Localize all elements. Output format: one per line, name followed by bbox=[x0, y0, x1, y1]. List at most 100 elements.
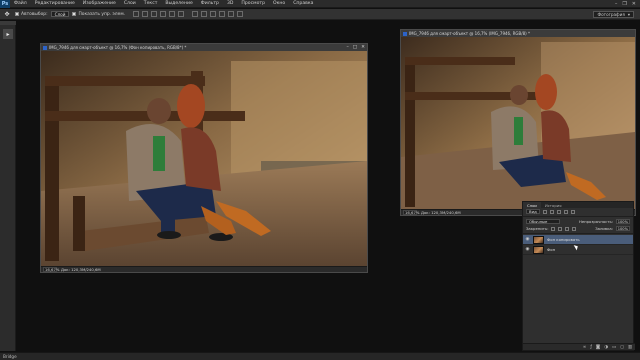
move-tool-icon[interactable]: ▸ bbox=[3, 29, 13, 39]
document-status-bar: 16,67% Док: 120,3M/240,6M bbox=[41, 266, 367, 272]
document-size-info[interactable]: Док: 120,3M/240,6M bbox=[421, 210, 461, 215]
lock-transparent-icon[interactable] bbox=[551, 226, 556, 231]
new-layer-icon[interactable]: ◻ bbox=[620, 345, 624, 350]
align-left-icon[interactable] bbox=[160, 11, 167, 17]
distribute-buttons bbox=[192, 11, 244, 17]
zoom-field[interactable]: 16,67% bbox=[43, 267, 59, 272]
visibility-eye-icon[interactable]: ◉ bbox=[525, 237, 530, 242]
show-transform-label: Показать упр. элем. bbox=[78, 11, 126, 17]
document-icon bbox=[43, 45, 47, 50]
fill-label: Заливка: bbox=[595, 226, 613, 231]
document-canvas-main[interactable] bbox=[41, 51, 367, 266]
divider bbox=[523, 216, 633, 217]
blend-mode-dropdown[interactable]: Обычные bbox=[526, 219, 560, 224]
layers-panel: Слои История Вид Обычные Непрозрачность:… bbox=[522, 201, 635, 351]
filter-smart-icon[interactable] bbox=[570, 209, 575, 214]
link-icon[interactable]: ∞ bbox=[583, 345, 587, 350]
layer-row[interactable]: ◉ Фон копировать bbox=[523, 235, 633, 245]
document-window-main[interactable]: IMG_7946 для смарт-объект @ 16,7% (Фон к… bbox=[40, 43, 368, 273]
tab-history[interactable]: История bbox=[541, 202, 566, 208]
opacity-label: Непрозрачность: bbox=[578, 219, 613, 224]
auto-select-dropdown[interactable]: Слой bbox=[50, 11, 70, 17]
adjustment-icon[interactable]: ◑ bbox=[604, 345, 608, 350]
document-size-info[interactable]: Док: 120,3M/240,6M bbox=[61, 267, 101, 272]
fx-icon[interactable]: ƒ bbox=[590, 345, 592, 350]
folder-icon[interactable]: ▭ bbox=[612, 345, 616, 350]
workspace-dropdown[interactable]: Фотография ▾ bbox=[593, 11, 634, 18]
menu-layers[interactable]: Слои bbox=[120, 1, 140, 6]
filter-adjustment-icon[interactable] bbox=[549, 209, 554, 214]
photo-couple-on-bridge-preview bbox=[401, 37, 635, 209]
align-middle-icon[interactable] bbox=[142, 11, 149, 17]
doc-maximize-button[interactable]: □ bbox=[353, 45, 357, 50]
filter-type-icon[interactable] bbox=[556, 209, 561, 214]
menu-edit[interactable]: Редактирование bbox=[31, 1, 79, 6]
bridge-tab[interactable]: Bridge bbox=[3, 354, 17, 359]
visibility-eye-icon[interactable]: ◉ bbox=[525, 247, 530, 252]
document-canvas-preview[interactable] bbox=[401, 37, 635, 209]
document-window-controls: – □ ✕ bbox=[347, 44, 366, 51]
zoom-field[interactable]: 16,67% bbox=[403, 210, 419, 215]
menu-type[interactable]: Текст bbox=[140, 1, 162, 6]
trash-icon[interactable]: ▥ bbox=[628, 345, 632, 350]
filter-shape-icon[interactable] bbox=[563, 209, 568, 214]
distribute-middle-icon[interactable] bbox=[201, 11, 208, 17]
document-tab-preview[interactable]: IMG_7946 для смарт-объект @ 16,7% (IMG_7… bbox=[401, 30, 635, 37]
align-right-icon[interactable] bbox=[178, 11, 185, 17]
menu-help[interactable]: Справка bbox=[289, 1, 317, 6]
menu-filter[interactable]: Фильтр bbox=[197, 1, 223, 6]
menu-view[interactable]: Просмотр bbox=[237, 1, 269, 6]
minimize-button[interactable]: – bbox=[615, 1, 618, 7]
layer-filter-row: Вид bbox=[523, 208, 633, 215]
doc-close-button[interactable]: ✕ bbox=[361, 45, 365, 50]
filter-pixel-icon[interactable] bbox=[542, 209, 547, 214]
document-icon bbox=[403, 31, 407, 36]
document-window-preview[interactable]: IMG_7946 для смарт-объект @ 16,7% (IMG_7… bbox=[400, 29, 636, 216]
layer-name: Фон копировать bbox=[547, 237, 580, 242]
photoshop-logo-icon[interactable]: Ps bbox=[0, 0, 10, 8]
lock-paint-icon[interactable] bbox=[558, 226, 563, 231]
align-center-icon[interactable] bbox=[169, 11, 176, 17]
close-button[interactable]: ✕ bbox=[632, 1, 636, 7]
distribute-left-icon[interactable] bbox=[219, 11, 226, 17]
lock-move-icon[interactable] bbox=[565, 226, 570, 231]
chevron-down-icon: ▾ bbox=[627, 12, 630, 17]
lock-all-icon[interactable] bbox=[572, 226, 577, 231]
distribute-right-icon[interactable] bbox=[237, 11, 244, 17]
auto-select-checkbox[interactable] bbox=[15, 12, 19, 16]
align-buttons bbox=[133, 11, 185, 17]
divider bbox=[523, 233, 633, 234]
fill-input[interactable]: 100% bbox=[616, 226, 630, 231]
menu-window[interactable]: Окно bbox=[269, 1, 289, 6]
menu-file[interactable]: Файл bbox=[10, 1, 31, 6]
distribute-bottom-icon[interactable] bbox=[210, 11, 217, 17]
document-tab-main[interactable]: IMG_7946 для смарт-объект @ 16,7% (Фон к… bbox=[41, 44, 367, 51]
window-controls: – ❐ ✕ bbox=[615, 0, 636, 8]
toolbar-collapse-handle[interactable] bbox=[0, 21, 16, 25]
restore-button[interactable]: ❐ bbox=[622, 1, 626, 7]
workspace-label: Фотография bbox=[597, 12, 625, 17]
photo-couple-on-bridge bbox=[41, 51, 367, 266]
align-top-icon[interactable] bbox=[133, 11, 140, 17]
mask-icon[interactable]: ◙ bbox=[596, 345, 600, 350]
opacity-input[interactable]: 100% bbox=[616, 219, 630, 224]
layer-thumbnail bbox=[533, 235, 544, 244]
lock-label: Закрепить: bbox=[526, 226, 549, 231]
tab-layers[interactable]: Слои bbox=[523, 202, 541, 208]
distribute-center-icon[interactable] bbox=[228, 11, 235, 17]
document-title: IMG_7946 для смарт-объект @ 16,7% (Фон к… bbox=[49, 45, 187, 50]
menu-3d[interactable]: 3D bbox=[223, 1, 237, 6]
layer-name: Фон bbox=[547, 247, 556, 252]
show-transform-checkbox[interactable] bbox=[72, 12, 77, 16]
tools-panel: ▸ bbox=[0, 21, 16, 351]
align-bottom-icon[interactable] bbox=[151, 11, 158, 17]
mini-bridge-bar: Bridge bbox=[0, 352, 640, 360]
menu-select[interactable]: Выделение bbox=[161, 1, 196, 6]
layer-filter-dropdown[interactable]: Вид bbox=[526, 209, 540, 214]
menu-image[interactable]: Изображение bbox=[79, 1, 120, 6]
doc-minimize-button[interactable]: – bbox=[347, 45, 349, 50]
move-tool-icon[interactable]: ✥ bbox=[2, 10, 12, 18]
distribute-top-icon[interactable] bbox=[192, 11, 199, 17]
layer-thumbnail bbox=[533, 245, 544, 254]
document-title: IMG_7946 для смарт-объект @ 16,7% (IMG_7… bbox=[409, 31, 530, 36]
